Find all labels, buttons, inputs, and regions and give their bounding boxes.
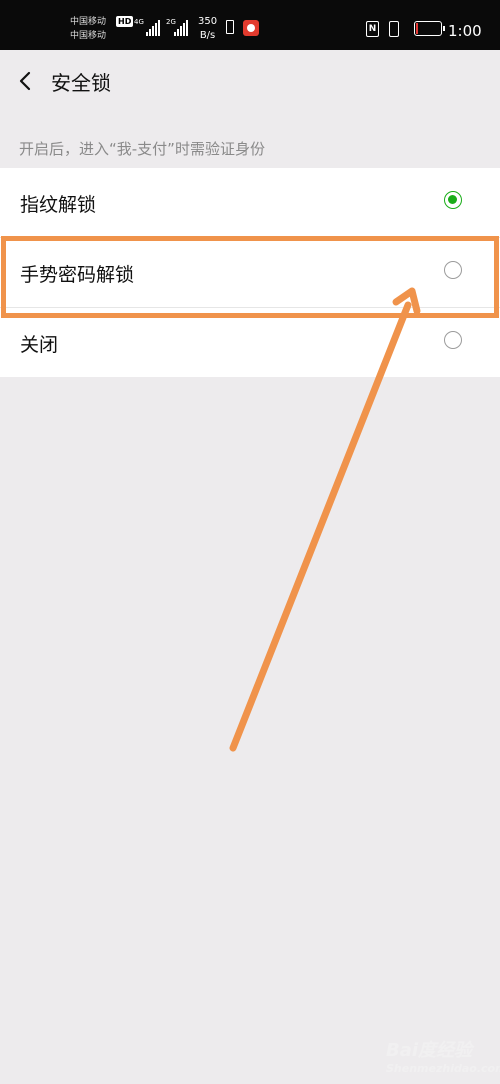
status-bar: 中国移动 中国移动 HD 4G 2G 350 B/s N 1:00 <box>0 0 500 50</box>
clock: 1:00 <box>448 22 482 40</box>
battery-level <box>416 23 418 34</box>
speed-unit: B/s <box>199 30 216 41</box>
signal-2-icon: 2G <box>166 18 200 36</box>
network-speed: 350 B/s <box>198 15 217 43</box>
nfc-icon: N <box>366 21 379 37</box>
option-label: 指纹解锁 <box>20 194 97 216</box>
battery-saver-icon <box>226 20 234 34</box>
watermark: Bai度经验 Shenmezhidao.com <box>386 1034 500 1082</box>
carrier-name-1: 中国移动 <box>70 17 107 27</box>
hd-badge: HD <box>116 16 134 27</box>
nav-header: 安全锁 <box>0 50 500 112</box>
carrier-name-2: 中国移动 <box>70 31 107 41</box>
network-type-1: 4G <box>134 18 144 26</box>
signal-1-icon: 4G <box>134 18 168 36</box>
option-label: 关闭 <box>20 334 59 356</box>
section-hint: 开启后，进入“我-支付”时需验证身份 <box>19 140 265 158</box>
carrier-info: 中国移动 中国移动 <box>70 15 106 43</box>
back-arrow-icon[interactable] <box>16 70 38 92</box>
battery-icon <box>414 21 445 36</box>
watermark-domain: Shenmezhidao.com <box>386 1062 500 1075</box>
radio-selected-icon[interactable] <box>444 191 462 209</box>
watermark-brand: Bai度经验 <box>386 1040 473 1061</box>
annotation-arrow <box>229 287 421 752</box>
option-fingerprint-unlock[interactable]: 指纹解锁 <box>0 168 500 238</box>
network-type-2: 2G <box>166 18 176 26</box>
option-off[interactable]: 关闭 <box>0 308 500 377</box>
vibrate-icon <box>389 21 399 37</box>
speed-value: 350 <box>198 16 218 27</box>
page-title: 安全锁 <box>51 71 111 95</box>
annotation-highlight-box <box>1 236 499 318</box>
radio-unselected-icon[interactable] <box>444 331 462 349</box>
app-notification-icon <box>243 20 259 36</box>
